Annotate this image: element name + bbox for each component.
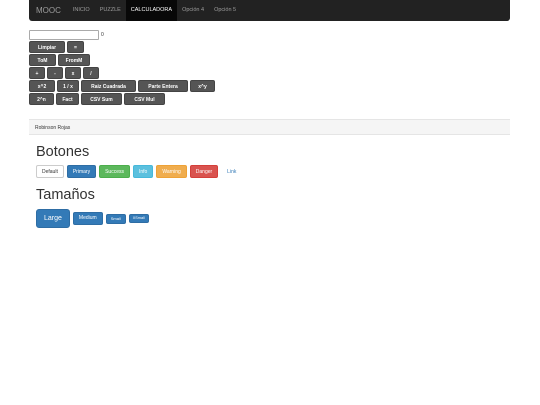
calculator-input[interactable] bbox=[29, 30, 99, 40]
nav-item-inicio[interactable]: INICIO bbox=[68, 0, 95, 21]
success-button[interactable]: Success bbox=[99, 165, 130, 178]
author-name: Robinson Rojas bbox=[35, 125, 71, 131]
power-of-two-button[interactable]: 2^n bbox=[29, 93, 54, 105]
top-navbar: MOOC INICIO PUZZLE CALCULADORA Opción 4 … bbox=[29, 0, 510, 21]
botones-heading: Botones bbox=[36, 144, 90, 160]
primary-button[interactable]: Primary bbox=[66, 165, 97, 178]
link-button[interactable]: Link bbox=[221, 165, 242, 178]
to-memory-button[interactable]: ToM bbox=[29, 54, 56, 66]
author-bar: Robinson Rojas bbox=[29, 119, 510, 135]
calculator-result: 0 bbox=[101, 32, 104, 38]
csv-sum-button[interactable]: CSV Sum bbox=[81, 93, 122, 105]
nav-item-calculadora[interactable]: CALCULADORA bbox=[125, 0, 178, 21]
square-button[interactable]: x^2 bbox=[29, 80, 55, 92]
nav-menu: INICIO PUZZLE CALCULADORA Opción 4 Opció… bbox=[68, 0, 241, 21]
xsmall-button[interactable]: XSmall bbox=[128, 214, 149, 223]
clear-button[interactable]: Limpiar bbox=[29, 41, 65, 53]
small-button[interactable]: Small bbox=[105, 213, 126, 224]
nav-item-opcion-5[interactable]: Opción 5 bbox=[209, 0, 241, 21]
add-button[interactable]: + bbox=[29, 67, 45, 79]
medium-button[interactable]: Medium bbox=[72, 212, 103, 225]
danger-button[interactable]: Danger bbox=[189, 165, 219, 178]
tamanos-heading: Tamaños bbox=[36, 187, 95, 203]
size-buttons-row: Large Medium Small XSmall bbox=[36, 209, 152, 228]
from-memory-button[interactable]: FromM bbox=[58, 54, 90, 66]
nav-item-puzzle[interactable]: PUZZLE bbox=[95, 0, 126, 21]
integer-part-button[interactable]: Parte Entera bbox=[138, 80, 188, 92]
calc-row-4: x^2 1 / x Raiz Cuadrada Parte Entera x^y bbox=[29, 80, 217, 92]
info-button[interactable]: Info bbox=[132, 165, 154, 178]
equals-button[interactable]: = bbox=[67, 41, 84, 53]
calc-row-2: ToM FromM bbox=[29, 54, 217, 66]
calc-row-3: + - x / bbox=[29, 67, 217, 79]
brand-link[interactable]: MOOC bbox=[29, 0, 68, 21]
style-buttons-row: Default Primary Success Info Warning Dan… bbox=[36, 165, 245, 178]
large-button[interactable]: Large bbox=[36, 209, 70, 228]
reciprocal-button[interactable]: 1 / x bbox=[57, 80, 79, 92]
power-button[interactable]: x^y bbox=[190, 80, 215, 92]
factorial-button[interactable]: Fact bbox=[56, 93, 79, 105]
calc-row-1: Limpiar = bbox=[29, 41, 217, 53]
calc-row-5: 2^n Fact CSV Sum CSV Mul bbox=[29, 93, 217, 105]
subtract-button[interactable]: - bbox=[47, 67, 63, 79]
csv-mul-button[interactable]: CSV Mul bbox=[124, 93, 165, 105]
divide-button[interactable]: / bbox=[83, 67, 99, 79]
nav-item-opcion-4[interactable]: Opción 4 bbox=[177, 0, 209, 21]
warning-button[interactable]: Warning bbox=[156, 165, 187, 178]
calculator: 0 Limpiar = ToM FromM + - x / x^2 1 / x … bbox=[29, 30, 217, 106]
multiply-button[interactable]: x bbox=[65, 67, 81, 79]
default-button[interactable]: Default bbox=[36, 165, 64, 178]
square-root-button[interactable]: Raiz Cuadrada bbox=[81, 80, 136, 92]
